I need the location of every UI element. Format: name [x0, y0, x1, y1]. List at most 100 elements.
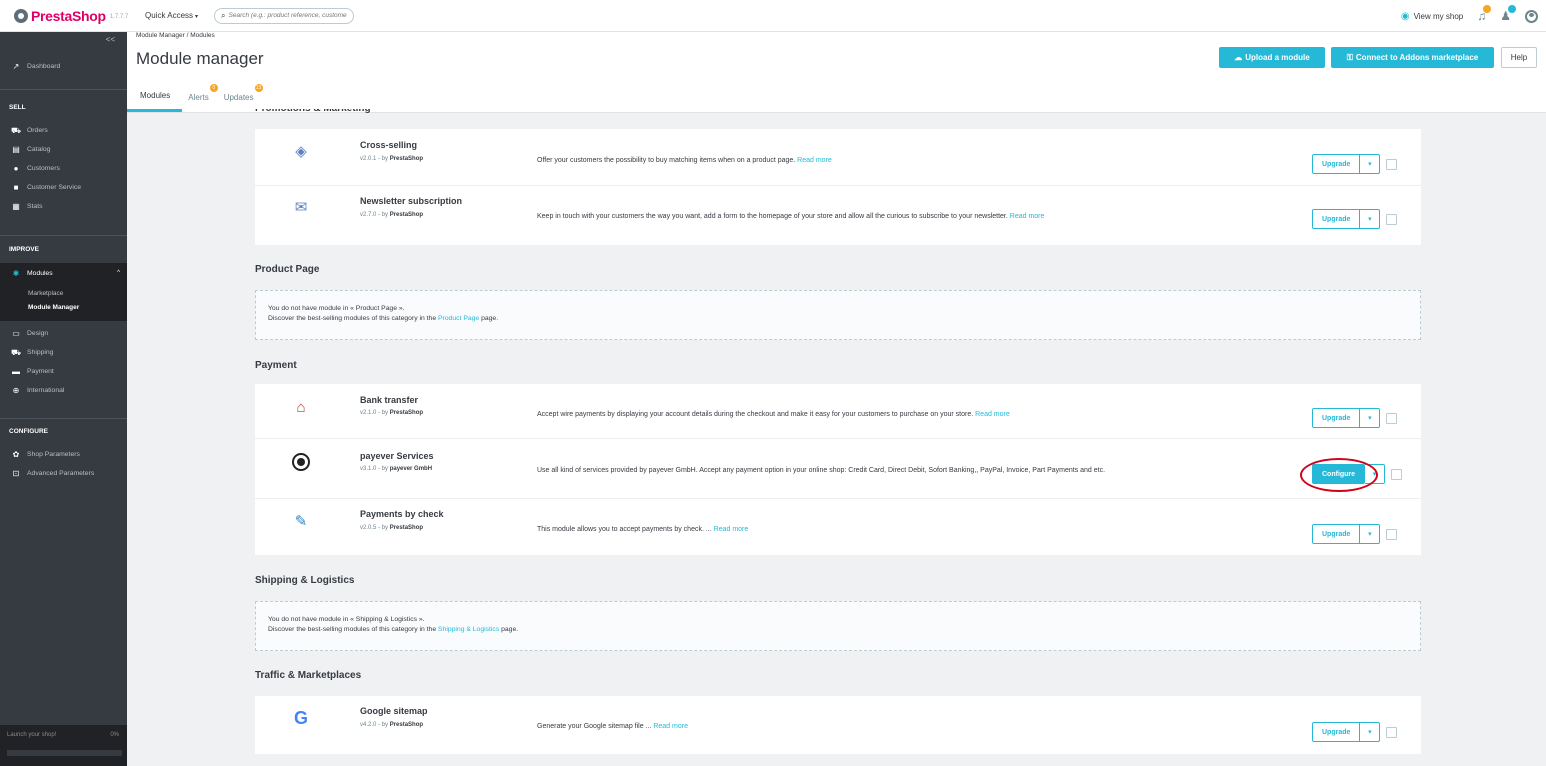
launch-shop-panel[interactable]: Launch your shop! 0%	[0, 725, 127, 766]
bulk-select-checkbox[interactable]	[1386, 726, 1398, 738]
bulk-select-checkbox[interactable]	[1391, 468, 1403, 480]
notifications-icon[interactable]: ♫	[1477, 5, 1492, 23]
sidebar-item-stats[interactable]: ▦ Stats	[0, 198, 127, 215]
page-title: Module manager	[136, 49, 264, 68]
category-link[interactable]: Shipping & Logistics	[438, 626, 499, 633]
updates-badge: 13	[254, 84, 263, 92]
read-more-link[interactable]: Read more	[975, 411, 1010, 418]
description-text: Offer your customers the possibility to …	[537, 157, 798, 164]
gear-icon: ✿	[12, 450, 20, 459]
chevron-down-icon[interactable]: ▾	[1360, 408, 1381, 428]
empty-category-notice: You do not have module in « Shipping & L…	[255, 601, 1421, 651]
module-row-google-sitemap: G Google sitemap v4.2.0 - by PrestaShop …	[255, 696, 1421, 754]
sidebar-item-design[interactable]: ▭ Design	[0, 325, 127, 342]
sidebar-item-advanced-parameters[interactable]: ⊡ Advanced Parameters	[0, 465, 127, 482]
empty-category-notice: You do not have module in « Product Page…	[255, 290, 1421, 340]
prestashop-logo[interactable]: PrestaShop 1.7.7.7	[14, 8, 136, 24]
module-actions: Upgrade ▾	[1312, 722, 1398, 742]
breadcrumb[interactable]: Module Manager / Modules	[136, 32, 215, 39]
category-title-shipping: Shipping & Logistics	[255, 575, 355, 586]
module-actions: Upgrade ▾	[1312, 209, 1398, 229]
module-name: payever Services	[360, 451, 434, 461]
description-text: Keep in touch with your customers the wa…	[537, 213, 1010, 220]
bulk-select-checkbox[interactable]	[1386, 528, 1398, 540]
version-text: v4.2.0 - by	[360, 722, 390, 728]
sidebar-item-shipping[interactable]: ⛟ Shipping	[0, 344, 127, 361]
settings-box-icon: ⊡	[12, 469, 20, 478]
sidebar-divider	[0, 235, 127, 236]
cloud-upload-icon: ☁	[1234, 53, 1243, 62]
tab-alerts[interactable]: Alerts 0	[182, 82, 218, 112]
search-input[interactable]	[228, 12, 349, 19]
sidebar-item-catalog[interactable]: ▤ Catalog	[0, 141, 127, 158]
module-row-bank-transfer: ⌂ Bank transfer v2.1.0 - by PrestaShop A…	[255, 384, 1421, 439]
cart-icon: ⛟	[11, 125, 22, 135]
help-button[interactable]: Help	[1501, 47, 1537, 68]
sidebar-item-customers[interactable]: ● Customers	[0, 160, 127, 177]
sidebar-item-shop-parameters[interactable]: ✿ Shop Parameters	[0, 446, 127, 463]
collapse-sidebar-icon[interactable]: <<	[106, 35, 115, 44]
description-text: Generate your Google sitemap file ...	[537, 723, 654, 730]
sidebar-divider	[0, 89, 127, 90]
sidebar-item-label: Payment	[27, 368, 54, 375]
read-more-link[interactable]: Read more	[653, 723, 688, 730]
module-author: PrestaShop	[389, 212, 424, 218]
sidebar-item-label: Modules	[27, 269, 53, 277]
header-actions: ◉ View my shop ♫ ♟	[1401, 0, 1538, 32]
module-name: Payments by check	[360, 509, 444, 519]
sidebar-item-dashboard[interactable]: ↗ Dashboard	[0, 58, 127, 75]
launch-shop-label: Launch your shop!	[7, 732, 57, 738]
chevron-down-icon[interactable]: ▾	[1365, 464, 1386, 484]
sidebar-item-payment[interactable]: ▬ Payment	[0, 363, 127, 380]
read-more-link[interactable]: Read more	[1010, 213, 1045, 220]
quick-access-menu[interactable]: Quick Access ▾	[145, 11, 198, 20]
chevron-down-icon[interactable]: ▾	[1360, 722, 1381, 742]
bulk-select-checkbox[interactable]	[1386, 412, 1398, 424]
upgrade-button[interactable]: Upgrade	[1312, 524, 1361, 544]
module-name: Google sitemap	[360, 706, 428, 716]
read-more-link[interactable]: Read more	[714, 526, 749, 533]
page-header: Module Manager / Modules Module manager …	[127, 32, 1546, 113]
module-author: PrestaShop	[389, 722, 424, 728]
read-more-link[interactable]: Read more	[797, 157, 832, 164]
upgrade-button[interactable]: Upgrade	[1312, 408, 1361, 428]
sidebar-item-orders[interactable]: ⛟ Orders	[0, 122, 127, 139]
bulk-select-checkbox[interactable]	[1386, 158, 1398, 170]
chevron-down-icon[interactable]: ▾	[1360, 154, 1381, 174]
sidebar-subitem-marketplace[interactable]: Marketplace	[28, 290, 63, 297]
upgrade-button[interactable]: Upgrade	[1312, 209, 1361, 229]
module-version: v2.1.0 - by PrestaShop	[360, 410, 423, 416]
sidebar-item-international[interactable]: ⊕ International	[0, 382, 127, 399]
module-actions: Upgrade ▾	[1312, 408, 1398, 428]
search-box[interactable]: ⌕	[214, 7, 355, 24]
sidebar-subitem-module-manager[interactable]: Module Manager	[28, 304, 79, 311]
chevron-down-icon[interactable]: ▾	[1360, 524, 1381, 544]
sidebar-item-label: Dashboard	[27, 63, 61, 70]
connect-addons-button[interactable]: ⚿ Connect to Addons marketplace	[1331, 47, 1494, 68]
category-link[interactable]: Product Page	[438, 315, 479, 322]
upgrade-button[interactable]: Upgrade	[1312, 154, 1361, 174]
tab-updates[interactable]: Updates 13	[218, 82, 263, 112]
module-card-promotions: ◈ Cross-selling v2.0.1 - by PrestaShop O…	[255, 129, 1421, 245]
bank-icon: ⌂	[296, 398, 306, 416]
tab-modules[interactable]: Modules	[127, 82, 183, 112]
user-account-icon[interactable]	[1525, 9, 1538, 23]
notice-text: Discover the best-selling modules of thi…	[268, 315, 439, 322]
chat-icon: ■	[13, 183, 19, 192]
bulk-select-checkbox[interactable]	[1386, 213, 1398, 225]
chevron-down-icon[interactable]: ▾	[1360, 209, 1381, 229]
trend-icon: ↗	[12, 62, 20, 71]
module-author: payever GmbH	[389, 466, 433, 472]
upload-module-button[interactable]: ☁ Upload a module	[1219, 47, 1325, 68]
sidebar-item-label: Advanced Parameters	[27, 470, 95, 477]
sidebar-item-modules[interactable]: ✱ Modules ^	[0, 263, 127, 283]
upgrade-button[interactable]: Upgrade	[1312, 722, 1361, 742]
sidebar-item-customer-service[interactable]: ■ Customer Service	[0, 179, 127, 196]
module-row-newsletter: ✉ Newsletter subscription v2.7.0 - by Pr…	[255, 186, 1421, 245]
configure-button[interactable]: Configure	[1312, 464, 1366, 484]
view-shop-link[interactable]: ◉ View my shop	[1401, 11, 1463, 22]
modules-submenu: Marketplace Module Manager	[0, 283, 127, 321]
sidebar-heading-improve: IMPROVE	[9, 246, 39, 253]
employee-notifications-icon[interactable]: ♟	[1500, 5, 1516, 23]
brand-name: PrestaShop	[31, 7, 106, 24]
